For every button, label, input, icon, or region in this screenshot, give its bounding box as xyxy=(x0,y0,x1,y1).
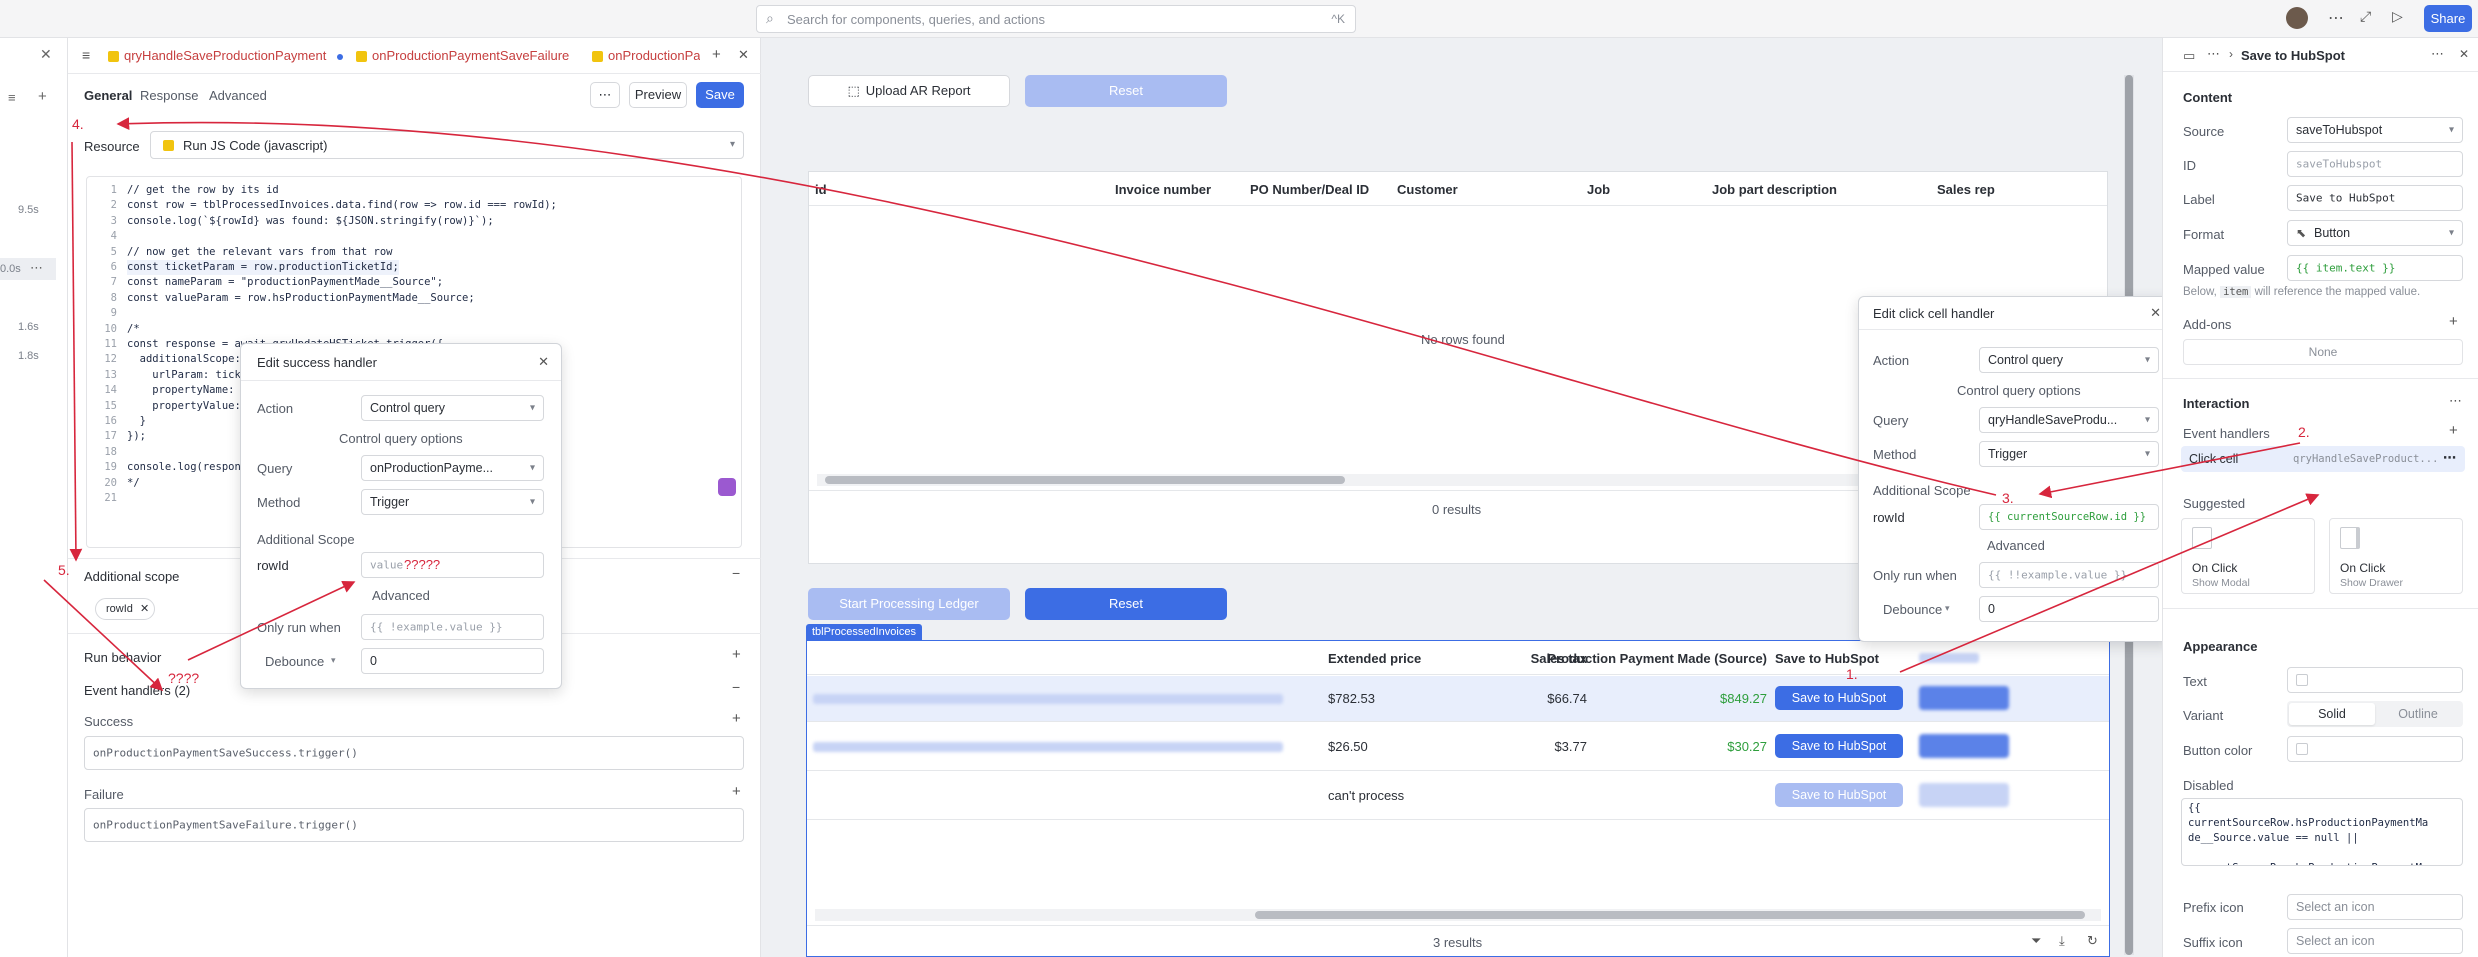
arrow-q xyxy=(187,580,356,661)
annotation-3: 3. xyxy=(2002,490,2014,506)
arrow-3 xyxy=(116,117,1997,496)
annotation-1: 1. xyxy=(1846,666,1858,682)
annotation-arrows xyxy=(43,117,2320,692)
arrow-2 xyxy=(2038,442,2301,499)
annotation-5: 5. xyxy=(58,562,70,578)
annotation-2: 2. xyxy=(2298,424,2310,440)
arrow-1 xyxy=(1899,493,2320,673)
annotation-question: ???? xyxy=(168,670,200,686)
annotation-4: 4. xyxy=(72,116,84,132)
arrow-4 xyxy=(69,141,83,562)
arrow-5 xyxy=(43,579,164,692)
